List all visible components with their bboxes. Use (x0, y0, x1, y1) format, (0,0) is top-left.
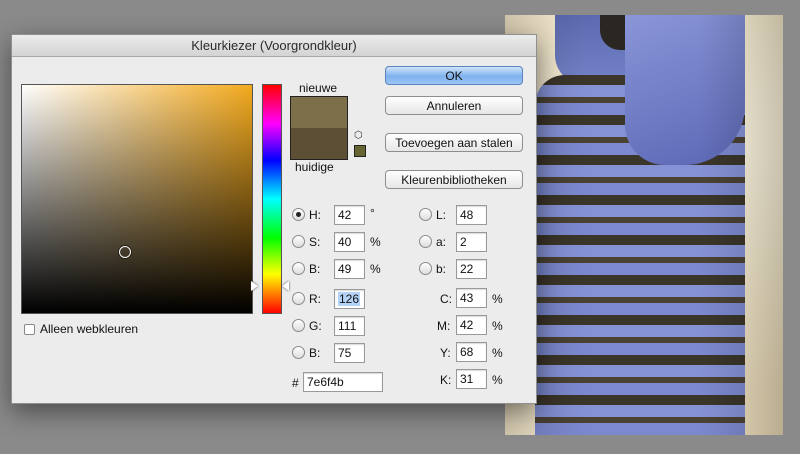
color-swatch (290, 96, 348, 160)
radio-brightness[interactable] (292, 262, 305, 275)
radio-lightness[interactable] (419, 208, 432, 221)
window-title[interactable]: Kleurkiezer (Voorgrondkleur) (12, 35, 536, 57)
color-libraries-button[interactable]: Kleurenbibliotheken (385, 170, 523, 189)
hex-label: # (292, 376, 299, 390)
new-color-label: nieuwe (299, 81, 338, 95)
hue-slider-left-arrow[interactable] (251, 281, 258, 291)
saturation-unit: % (370, 235, 381, 249)
cyan-label: C: (440, 292, 452, 306)
black-label: K: (440, 373, 452, 387)
hue-input[interactable]: 42 (334, 205, 365, 225)
web-colors-checkbox[interactable] (24, 323, 35, 335)
b-label: b: (436, 262, 447, 276)
brightness-input[interactable]: 49 (334, 259, 365, 279)
current-color-swatch[interactable] (291, 128, 347, 159)
blue-input[interactable]: 75 (334, 343, 365, 363)
lightness-input[interactable]: 48 (456, 205, 487, 225)
green-input[interactable]: 111 (334, 316, 365, 336)
web-colors-option[interactable]: Alleen webkleuren (24, 322, 138, 336)
hue-unit: ° (370, 206, 375, 220)
hue-slider-right-arrow[interactable] (282, 281, 289, 291)
hex-input[interactable]: 7e6f4b (303, 372, 383, 392)
saturation-label: S: (309, 235, 321, 249)
brightness-label: B: (309, 262, 321, 276)
a-input[interactable]: 2 (456, 232, 487, 252)
current-color-label: huidige (295, 160, 334, 174)
color-picker-dialog: Kleurkiezer (Voorgrondkleur) Alleen webk… (11, 34, 537, 404)
radio-red[interactable] (292, 292, 305, 305)
magenta-label: M: (437, 319, 451, 333)
black-unit: % (492, 373, 503, 387)
yellow-input[interactable]: 68 (456, 342, 487, 362)
yellow-unit: % (492, 346, 503, 360)
web-safe-cube-icon[interactable]: ⬡ (354, 131, 364, 141)
radio-b[interactable] (419, 262, 432, 275)
web-colors-label: Alleen webkleuren (40, 322, 139, 336)
color-field-marker[interactable] (119, 246, 131, 258)
saturation-input[interactable]: 40 (334, 232, 365, 252)
hue-label: H: (309, 208, 321, 222)
blue-label: B: (309, 346, 321, 360)
add-to-swatches-button[interactable]: Toevoegen aan stalen (385, 133, 523, 152)
radio-green[interactable] (292, 319, 305, 332)
a-label: a: (436, 235, 447, 249)
web-safe-color-swatch[interactable] (354, 145, 366, 157)
lightness-label: L: (436, 208, 447, 222)
background-photo (505, 15, 783, 435)
b-input[interactable]: 22 (456, 259, 487, 279)
radio-blue[interactable] (292, 346, 305, 359)
green-label: G: (309, 319, 322, 333)
radio-a[interactable] (419, 235, 432, 248)
red-label: R: (309, 292, 321, 306)
color-field[interactable] (21, 84, 253, 314)
magenta-input[interactable]: 42 (456, 315, 487, 335)
cyan-input[interactable]: 43 (456, 288, 487, 308)
cyan-unit: % (492, 292, 503, 306)
photo-shading (505, 15, 783, 435)
red-input[interactable]: 126 (334, 289, 365, 309)
magenta-unit: % (492, 319, 503, 333)
brightness-unit: % (370, 262, 381, 276)
new-color-swatch (291, 97, 347, 128)
hue-slider[interactable] (262, 84, 282, 314)
radio-saturation[interactable] (292, 235, 305, 248)
black-input[interactable]: 31 (456, 369, 487, 389)
red-input-value: 126 (338, 292, 361, 306)
ok-button[interactable]: OK (385, 66, 523, 85)
radio-hue[interactable] (292, 208, 305, 221)
yellow-label: Y: (440, 346, 451, 360)
cancel-button[interactable]: Annuleren (385, 96, 523, 115)
